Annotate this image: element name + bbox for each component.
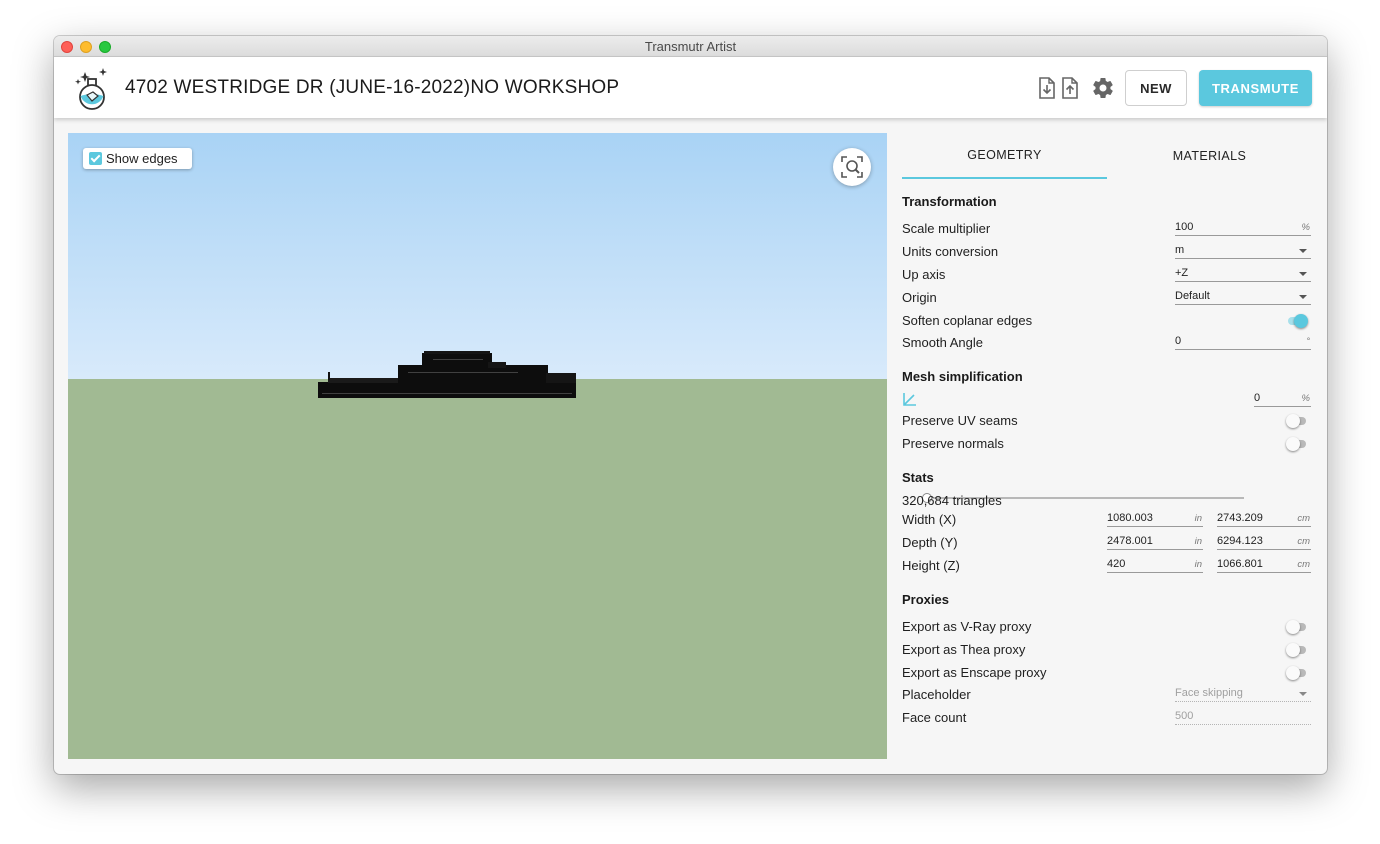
chevron-down-icon [1299, 295, 1307, 299]
gear-icon[interactable] [1091, 76, 1115, 100]
face-count-input: 500 [1175, 709, 1311, 725]
width-in-input[interactable]: 1080.003 in [1107, 511, 1203, 527]
units-conversion-select[interactable]: m [1175, 243, 1311, 259]
mesh-simplification-heading: Mesh simplification [902, 369, 1023, 384]
export-file-icon[interactable] [1059, 76, 1081, 100]
building-model [318, 351, 576, 398]
chevron-down-icon [1299, 249, 1307, 253]
transmutr-logo-icon [75, 68, 107, 110]
chevron-down-icon [1299, 272, 1307, 276]
triangle-count: 320,684 triangles [902, 493, 1002, 508]
face-count-label: Face count [902, 710, 967, 725]
transmute-button[interactable]: TRANSMUTE [1199, 70, 1312, 106]
proxies-heading: Proxies [902, 592, 949, 607]
viewport-ground [68, 379, 887, 759]
soften-coplanar-edges-label: Soften coplanar edges [902, 313, 1033, 328]
scale-multiplier-input[interactable]: 100 % [1175, 220, 1311, 236]
project-title: 4702 WESTRIDGE DR (JUNE-16-2022)NO WORKS… [125, 77, 620, 98]
viewport-sky [68, 133, 887, 379]
height-in-input[interactable]: 420 in [1107, 557, 1203, 573]
tab-materials[interactable]: MATERIALS [1107, 133, 1312, 179]
zoom-extents-icon [841, 156, 863, 178]
transformation-heading: Transformation [902, 194, 997, 209]
show-edges-toggle[interactable]: Show edges [83, 148, 192, 169]
import-file-icon[interactable] [1036, 76, 1058, 100]
window-title: Transmutr Artist [644, 39, 737, 54]
depth-label: Depth (Y) [902, 535, 958, 550]
height-label: Height (Z) [902, 558, 960, 573]
smooth-angle-input[interactable]: 0 ° [1175, 334, 1311, 350]
depth-cm-input[interactable]: 6294.123 cm [1217, 534, 1311, 550]
title-bar: Transmutr Artist [54, 36, 1327, 57]
vray-proxy-label: Export as V-Ray proxy [902, 619, 1032, 634]
width-cm-input[interactable]: 2743.209 cm [1217, 511, 1311, 527]
mesh-simplification-input[interactable]: 0 % [1254, 391, 1311, 407]
preserve-normals-label: Preserve normals [902, 436, 1004, 451]
show-edges-label: Show edges [106, 151, 178, 166]
thea-proxy-toggle[interactable] [1286, 643, 1308, 657]
smooth-angle-label: Smooth Angle [902, 335, 983, 350]
app-header: 4702 WESTRIDGE DR (JUNE-16-2022)NO WORKS… [54, 57, 1327, 118]
simplify-icon [903, 393, 916, 406]
units-conversion-label: Units conversion [902, 244, 999, 259]
show-edges-checkbox[interactable] [89, 152, 102, 165]
chevron-down-icon [1299, 692, 1307, 696]
width-label: Width (X) [902, 512, 957, 527]
preserve-normals-toggle[interactable] [1286, 437, 1308, 451]
soften-coplanar-edges-toggle[interactable] [1286, 314, 1308, 328]
preserve-uv-seams-toggle[interactable] [1286, 414, 1308, 428]
placeholder-select: Face skipping [1175, 686, 1311, 702]
origin-select[interactable]: Default [1175, 289, 1311, 305]
depth-in-input[interactable]: 2478.001 in [1107, 534, 1203, 550]
up-axis-select[interactable]: +Z [1175, 266, 1311, 282]
zoom-extents-button[interactable] [833, 148, 871, 186]
scale-multiplier-label: Scale multiplier [902, 221, 991, 236]
vray-proxy-toggle[interactable] [1286, 620, 1308, 634]
enscape-proxy-toggle[interactable] [1286, 666, 1308, 680]
enscape-proxy-label: Export as Enscape proxy [902, 665, 1047, 680]
tab-geometry[interactable]: GEOMETRY [902, 133, 1107, 179]
origin-label: Origin [902, 290, 937, 305]
thea-proxy-label: Export as Thea proxy [902, 642, 1026, 657]
up-axis-label: Up axis [902, 267, 946, 282]
settings-panel: GEOMETRY MATERIALS Transformation Scale … [902, 133, 1312, 759]
preserve-uv-seams-label: Preserve UV seams [902, 413, 1018, 428]
new-button[interactable]: NEW [1125, 70, 1187, 106]
3d-viewport[interactable]: Show edges [68, 133, 887, 759]
app-window: Transmutr Artist 4702 WESTRIDGE DR (JUNE… [54, 36, 1327, 774]
stats-heading: Stats [902, 470, 934, 485]
height-cm-input[interactable]: 1066.801 cm [1217, 557, 1311, 573]
placeholder-label: Placeholder [902, 687, 971, 702]
